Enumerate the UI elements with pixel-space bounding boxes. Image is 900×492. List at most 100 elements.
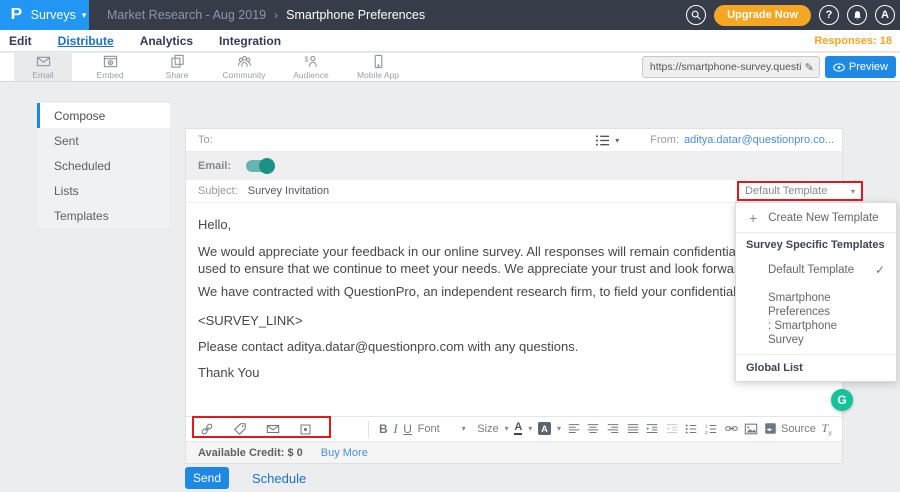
channel-label: Community	[223, 70, 266, 80]
nav-item-edit[interactable]: Edit	[9, 34, 32, 48]
svg-text:$: $	[304, 57, 308, 64]
insert-image-icon[interactable]	[744, 422, 758, 436]
sidebar-item-sent[interactable]: Sent	[37, 128, 170, 153]
breadcrumb-separator: ›	[274, 8, 278, 22]
channel-label: Share	[166, 70, 189, 80]
available-credit-label: Available Credit: $ 0	[198, 447, 303, 459]
buy-more-link[interactable]: Buy More	[321, 447, 368, 459]
svg-text:2: 2	[705, 430, 708, 436]
source-box-icon: ◂▸	[764, 422, 777, 435]
nav-item-distribute[interactable]: Distribute	[58, 34, 114, 48]
to-row: To: ▾ From: aditya.datar@questionpro.co.…	[186, 129, 842, 152]
create-new-template-item[interactable]: + Create New Template	[736, 203, 896, 233]
channel-tab-embed[interactable]: Embed	[81, 53, 139, 81]
chevron-down-icon: ▾	[82, 10, 87, 21]
edit-url-icon[interactable]: ✎	[805, 61, 814, 74]
channel-tab-audience[interactable]: $ Audience	[282, 53, 340, 81]
survey-url-text: https://smartphone-survey.questionpro	[650, 61, 801, 73]
product-switcher[interactable]: P Surveys ▾	[0, 0, 89, 30]
mobile-icon	[371, 54, 386, 69]
email-toggle[interactable]	[246, 160, 273, 172]
schedule-button[interactable]: Schedule	[252, 471, 306, 486]
preview-button[interactable]: Preview	[825, 56, 896, 78]
merge-tools-group	[200, 422, 332, 436]
chevron-down-icon: ▾	[462, 424, 466, 433]
search-icon[interactable]	[686, 5, 706, 25]
top-header: P Surveys ▾ Market Research - Aug 2019 ›…	[0, 0, 900, 30]
align-center-icon[interactable]	[586, 422, 600, 436]
increase-indent-icon[interactable]	[645, 422, 659, 436]
menu-section-global-list[interactable]: Global List	[736, 354, 896, 381]
bulleted-list-icon[interactable]	[684, 422, 698, 436]
channel-label: Audience	[293, 70, 328, 80]
nav-item-analytics[interactable]: Analytics	[140, 34, 193, 48]
help-icon[interactable]: ?	[819, 5, 839, 25]
align-justify-icon[interactable]	[626, 422, 640, 436]
chevron-down-icon: ▾	[505, 424, 509, 433]
template-option-smartphone-preferences[interactable]: Smartphone Preferences : Smartphone Surv…	[736, 284, 896, 354]
survey-nav: Edit Distribute Analytics Integration Respon…	[0, 30, 900, 52]
sidebar: ComposeSentScheduledListsTemplates	[37, 103, 170, 228]
check-icon: ✓	[875, 263, 885, 277]
community-icon	[237, 54, 252, 69]
sidebar-item-compose[interactable]: Compose	[37, 103, 170, 128]
embed-icon	[103, 54, 118, 69]
insert-survey-link-icon[interactable]	[200, 422, 214, 436]
underline-icon[interactable]: U	[403, 422, 412, 436]
channel-tab-mobile-app[interactable]: Mobile App	[349, 53, 407, 81]
grammarly-icon[interactable]: G	[831, 389, 853, 411]
text-color-icon[interactable]: A▾	[514, 422, 532, 435]
font-size-dropdown[interactable]: Size▾	[477, 423, 508, 435]
email-toggle-label: Email:	[198, 160, 231, 172]
responses-count[interactable]: Responses: 18	[814, 35, 900, 47]
template-option-default-template[interactable]: Default Template✓	[736, 256, 896, 284]
credit-row: Available Credit: $ 0 Buy More	[186, 441, 842, 463]
from-email-link[interactable]: aditya.datar@questionpro.co...	[684, 134, 834, 146]
breadcrumb-folder[interactable]: Market Research - Aug 2019	[107, 8, 266, 22]
share-icon	[170, 54, 185, 69]
editor-toolbar: BIU Font▾ Size▾ A▾ A▾ 12 ◂▸ Source Tx	[186, 416, 842, 441]
align-right-icon[interactable]	[606, 422, 620, 436]
svg-text:1: 1	[705, 423, 708, 429]
upgrade-now-button[interactable]: Upgrade Now	[714, 5, 811, 26]
italic-icon[interactable]: I	[393, 421, 397, 437]
toggle-knob	[259, 158, 275, 174]
sidebar-item-scheduled[interactable]: Scheduled	[37, 153, 170, 178]
contact-list-icon[interactable]	[595, 134, 610, 147]
insert-email-icon[interactable]	[266, 422, 280, 436]
remove-format-icon[interactable]: Tx	[822, 421, 832, 437]
font-name-dropdown[interactable]: Font▾	[418, 423, 466, 435]
template-select[interactable]: Default Template ▾	[737, 181, 863, 201]
align-left-icon[interactable]	[567, 422, 581, 436]
numbered-list-icon[interactable]: 12	[704, 422, 718, 436]
toolbar-divider	[368, 421, 369, 438]
channel-tab-email[interactable]: Email	[14, 53, 72, 81]
plus-icon: +	[749, 210, 757, 226]
channel-tab-share[interactable]: Share	[148, 53, 206, 81]
nav-item-integration[interactable]: Integration	[219, 34, 281, 48]
avatar[interactable]: A	[875, 5, 895, 25]
header-actions: Upgrade Now ? A	[686, 5, 900, 26]
questionpro-logo-icon: P	[10, 6, 22, 24]
bold-icon[interactable]: B	[379, 422, 388, 436]
notifications-icon[interactable]	[847, 5, 867, 25]
to-field[interactable]: To:	[198, 134, 213, 146]
survey-url-field[interactable]: https://smartphone-survey.questionpro ✎	[642, 56, 820, 78]
background-color-icon[interactable]: A▾	[538, 422, 561, 435]
subject-input[interactable]: Survey Invitation	[248, 185, 329, 197]
select-caret-icon: ▾	[851, 187, 855, 196]
sidebar-item-lists[interactable]: Lists	[37, 178, 170, 203]
source-dropdown[interactable]: ◂▸ Source	[764, 422, 816, 435]
send-button[interactable]: Send	[185, 467, 229, 489]
formatting-tools-group: BIU Font▾ Size▾ A▾ A▾ 12 ◂▸ Source Tx	[379, 421, 834, 437]
list-dropdown-caret-icon[interactable]: ▾	[615, 136, 619, 145]
insert-tag-icon[interactable]	[233, 422, 247, 436]
subject-label: Subject:	[198, 185, 238, 197]
sidebar-item-templates[interactable]: Templates	[37, 203, 170, 228]
template-dropdown-menu: + Create New Template Survey Specific Te…	[735, 202, 897, 382]
insert-link-icon[interactable]	[724, 422, 739, 435]
source-label: Source	[781, 423, 816, 435]
channel-tab-community[interactable]: Community	[215, 53, 273, 81]
breadcrumb-survey-name[interactable]: Smartphone Preferences	[286, 8, 425, 22]
insert-embed-icon[interactable]	[299, 423, 312, 436]
